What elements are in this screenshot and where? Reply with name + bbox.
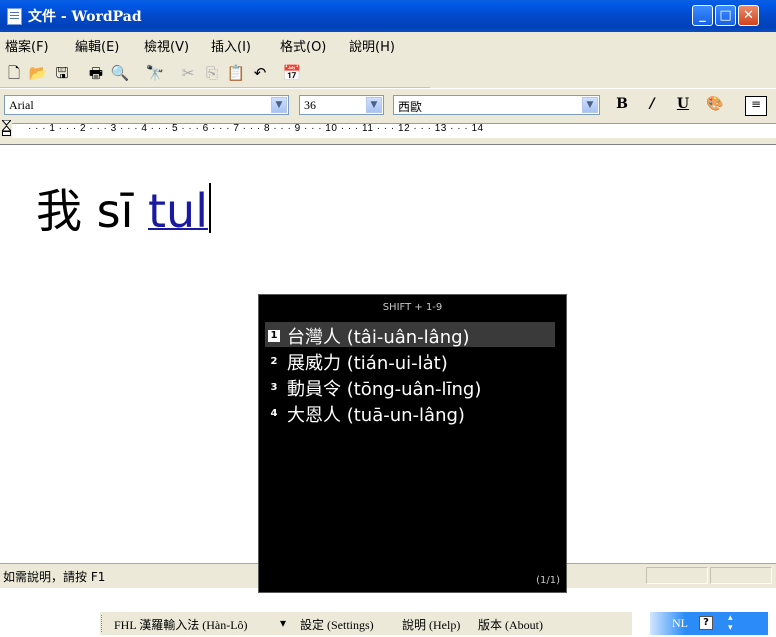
document-text: 我 sī tul (36, 183, 211, 239)
maximize-icon: □ (719, 8, 732, 23)
find-icon[interactable]: 🔭 (145, 63, 165, 83)
drag-handle[interactable] (101, 615, 104, 632)
font-value: Arial (9, 98, 34, 112)
ruler-strip: · · · 1 · · · 2 · · · 3 · · · 4 · · · 5 … (12, 123, 776, 138)
align-left-icon[interactable]: ≡ (745, 96, 767, 116)
menu-view[interactable]: 檢視(V) (144, 36, 189, 55)
minimize-button[interactable]: _ (692, 5, 713, 26)
candidate-number: 4 (270, 408, 278, 419)
candidate-label: 展威力 (tián-ui-la̍t) (287, 353, 448, 374)
candidate-label: 動員令 (tōng-uân-līng) (287, 379, 482, 400)
standard-toolbar: 🗋 📂 🖫 🖶 🔍 🔭 ✂ ⎘ 📋 ↶ 📅 (0, 57, 430, 88)
maximize-button[interactable]: □ (715, 5, 736, 26)
candidate-item[interactable]: 4 大恩人 (tuā-un-lâng) (265, 400, 555, 426)
format-bar: Arial ▼ 36 ▼ 西歐 ▼ B / U 🎨 ≡ (0, 88, 776, 121)
title-bar[interactable]: 文件 - WordPad _ □ ✕ (0, 0, 776, 32)
menu-bar: 檔案(F) 編輯(E) 檢視(V) 插入(I) 格式(O) 說明(H) (0, 32, 776, 56)
status-panel (710, 567, 772, 584)
window-title: 文件 - WordPad (28, 9, 142, 25)
wordpad-document-icon (7, 8, 22, 25)
indent-marker-icon[interactable] (2, 120, 11, 136)
status-panel (646, 567, 708, 584)
save-icon[interactable]: 🖫 (52, 63, 72, 83)
input-mode-indicator[interactable]: NL (672, 616, 688, 631)
minimize-icon: _ (699, 8, 706, 23)
ime-name[interactable]: FHL 漢羅輸入法 (Hàn-Lô) (114, 616, 248, 633)
close-icon: ✕ (743, 8, 754, 23)
status-text: 如需說明，請按 F1 (3, 570, 106, 584)
chevron-down-icon[interactable]: ▾ (280, 616, 286, 631)
candidate-item[interactable]: 2 展威力 (tián-ui-la̍t) (265, 348, 555, 374)
candidate-item[interactable]: 3 動員令 (tōng-uân-līng) (265, 374, 555, 400)
candidate-number: 1 (268, 330, 280, 342)
ime-about-button[interactable]: 版本 (About) (478, 616, 543, 633)
italic-button[interactable]: / (642, 96, 662, 114)
candidate-number: 3 (270, 382, 278, 393)
ruler-scale: · · · 1 · · · 2 · · · 3 · · · 4 · · · 5 … (28, 123, 484, 134)
font-select[interactable]: Arial ▼ (4, 95, 289, 115)
font-size-value: 36 (304, 98, 316, 112)
chevron-down-icon[interactable]: ▼ (271, 97, 287, 113)
open-icon[interactable]: 📂 (28, 63, 48, 83)
new-icon[interactable]: 🗋 (4, 63, 24, 83)
candidate-page-indicator: (1/1) (536, 575, 560, 586)
candidate-hint: SHIFT + 1-9 (382, 302, 443, 313)
chevron-down-icon[interactable]: ▼ (582, 97, 598, 113)
composition-text: tul (148, 184, 208, 238)
ime-help-button[interactable]: 說明 (Help) (402, 616, 460, 633)
undo-icon[interactable]: ↶ (250, 63, 270, 83)
candidate-label: 台灣人 (tâi-uân-lâng) (287, 327, 470, 348)
ruler[interactable]: · · · 1 · · · 2 · · · 3 · · · 4 · · · 5 … (0, 118, 776, 141)
candidate-label: 大恩人 (tuā-un-lâng) (287, 405, 465, 426)
candidate-item[interactable]: 1 台灣人 (tâi-uân-lâng) (265, 322, 555, 348)
script-select[interactable]: 西歐 ▼ (393, 95, 600, 115)
ime-toolbar: FHL 漢羅輸入法 (Hàn-Lô) ▾ 設定 (Settings) 說明 (H… (100, 612, 632, 635)
options-arrows-icon[interactable]: ▴ ▾ (728, 613, 733, 633)
menu-help[interactable]: 說明(H) (349, 36, 395, 55)
menu-format[interactable]: 格式(O) (280, 36, 326, 55)
print-preview-icon[interactable]: 🔍 (110, 63, 130, 83)
paste-icon[interactable]: 📋 (226, 63, 246, 83)
menu-edit[interactable]: 編輯(E) (75, 36, 119, 55)
committed-text: 我 sī (36, 184, 148, 238)
date-time-icon[interactable]: 📅 (282, 63, 302, 83)
candidate-number: 2 (270, 356, 278, 367)
bold-button[interactable]: B (612, 96, 632, 114)
text-caret (208, 183, 211, 233)
help-icon[interactable]: ? (699, 616, 713, 630)
language-bar: NL ? ▴ ▾ (650, 612, 768, 635)
close-button[interactable]: ✕ (738, 5, 759, 26)
cut-icon[interactable]: ✂ (178, 63, 198, 83)
copy-icon[interactable]: ⎘ (202, 63, 222, 83)
color-palette-icon[interactable]: 🎨 (705, 96, 725, 114)
candidate-window: SHIFT + 1-9 1 台灣人 (tâi-uân-lâng) 2 展威力 (… (258, 294, 567, 593)
script-value: 西歐 (398, 100, 423, 114)
underline-button[interactable]: U (673, 96, 693, 114)
font-size-select[interactable]: 36 ▼ (299, 95, 384, 115)
chevron-down-icon[interactable]: ▼ (366, 97, 382, 113)
ime-settings-button[interactable]: 設定 (Settings) (300, 616, 374, 633)
print-icon[interactable]: 🖶 (86, 63, 106, 83)
menu-file[interactable]: 檔案(F) (5, 36, 49, 55)
menu-insert[interactable]: 插入(I) (211, 36, 251, 55)
